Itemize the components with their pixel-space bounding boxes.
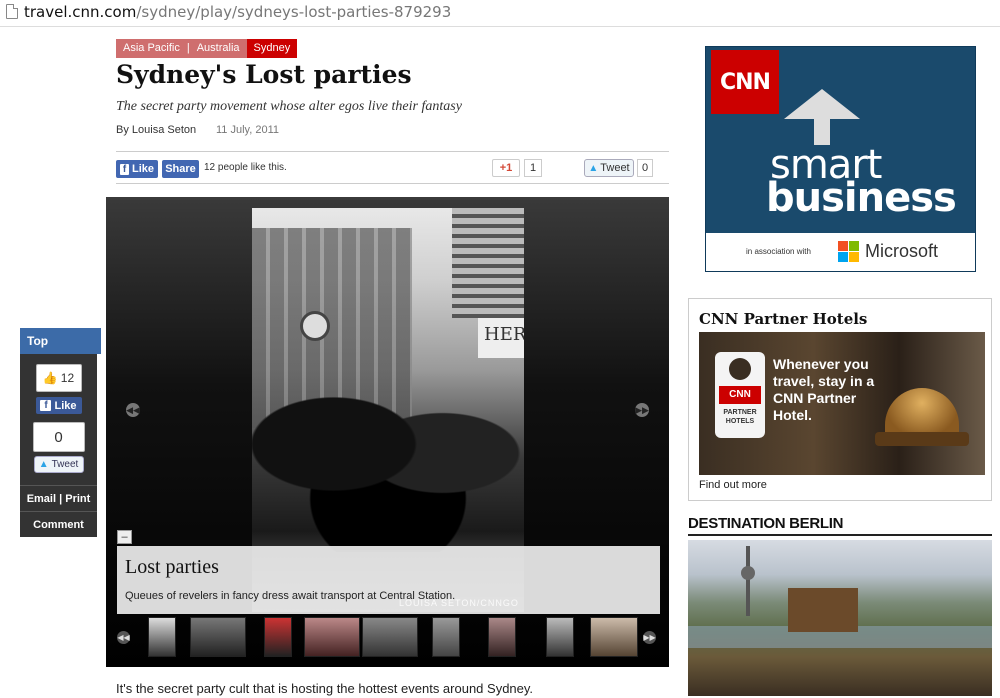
photo-gallery: HER ◀◀ ▶▶ – Lost parties Queues of revel… — [106, 197, 669, 667]
tweet-count: 0 — [637, 159, 653, 177]
partner-hotels-card-text: PARTNER HOTELS — [723, 409, 757, 425]
article-byline: By Louisa Seton — [116, 124, 197, 136]
gallery-prev-icon[interactable]: ◀◀ — [126, 403, 140, 417]
hotels-ad-copy: Whenever you travel, stay in a CNN Partn… — [773, 356, 875, 423]
gallery-caption: Lost parties Queues of revelers in fancy… — [117, 546, 660, 614]
tweet-count-value: 0 — [54, 428, 63, 446]
ad-business-text: business — [766, 175, 957, 221]
page-icon — [6, 4, 18, 19]
photo-building-right — [452, 208, 524, 318]
microsoft-wordmark: Microsoft — [865, 241, 939, 261]
cnn-logo: CNN — [711, 50, 779, 114]
url-host: travel.cnn.com — [24, 3, 137, 21]
facebook-like-button[interactable]: f Like — [35, 397, 82, 414]
social-share-row: f Like Share 12 people like this. +1 1 ▲ T… — [116, 151, 669, 184]
arrow-stem — [814, 117, 830, 145]
article-date: 11 July, 2011 — [216, 124, 279, 136]
bell-base — [875, 432, 969, 446]
breadcrumb-sydney[interactable]: Sydney — [246, 39, 298, 58]
smart-business-ad[interactable]: CNN smart business in association with M… — [705, 46, 976, 272]
tweet-button[interactable]: ▲ Tweet — [33, 456, 84, 473]
breadcrumb: Asia Pacific | Australia Sydney — [116, 39, 298, 58]
thumbnail-strip: ◀◀ ▶▶ — [106, 615, 669, 661]
tweet-label: Tweet — [600, 162, 630, 174]
tweet-label: Tweet — [51, 459, 79, 470]
tv-tower — [746, 546, 750, 616]
facebook-like-button-inline[interactable]: f Like — [116, 160, 158, 178]
tweet-count-box: 0 — [32, 422, 85, 452]
thumbnail[interactable] — [362, 617, 418, 657]
back-to-top-link[interactable]: Top — [20, 328, 101, 354]
destination-berlin-image[interactable] — [688, 540, 992, 696]
arrow-up-icon — [784, 89, 860, 119]
url-path: /sydney/play/sydneys-lost-parties-879293 — [136, 3, 452, 21]
caption-title: Lost parties — [125, 556, 219, 578]
thumbs-up-icon: 👍 — [42, 371, 58, 385]
comment-label: Comment — [33, 518, 84, 531]
door-hanger-card: CNN PARTNER HOTELS — [715, 352, 765, 438]
print-link[interactable]: Print — [65, 493, 90, 505]
thumbnail[interactable] — [190, 617, 246, 657]
wooden-hut — [788, 588, 858, 632]
ad-footer: in association with Microsoft — [706, 233, 975, 271]
thumbnail[interactable] — [304, 617, 360, 657]
google-plus-button[interactable]: +1 — [492, 159, 520, 177]
thumbs-prev-icon[interactable]: ◀◀ — [117, 631, 130, 644]
like-count-value: 12 — [60, 371, 75, 385]
partner-hotels-title: CNN Partner Hotels — [699, 310, 868, 328]
cnn-mini-logo: CNN — [719, 386, 761, 404]
facebook-share-button[interactable]: Share — [162, 160, 199, 178]
caption-collapse-button[interactable]: – — [117, 530, 132, 544]
article-title: Sydney's Lost parties — [116, 60, 412, 89]
tweet-button-inline[interactable]: ▲ Tweet — [584, 159, 634, 177]
like-label: Like — [54, 399, 77, 412]
share-panel: 👍 12 f Like 0 ▲ Tweet — [20, 354, 97, 485]
floating-share-bar: Top 👍 12 f Like 0 ▲ Tweet Email | Print Com… — [20, 328, 101, 537]
photo-bus-sign — [300, 311, 330, 341]
twitter-bird-icon: ▲ — [588, 162, 599, 174]
article-first-paragraph: It's the secret party cult that is hosti… — [116, 681, 534, 696]
breadcrumb-australia[interactable]: Australia — [189, 39, 247, 58]
google-plus-count: 1 — [524, 159, 542, 177]
facebook-icon: f — [120, 163, 129, 175]
article-subtitle: The secret party movement whose alter eg… — [116, 99, 462, 114]
tv-tower-ball — [741, 566, 755, 580]
thumbnail[interactable] — [432, 617, 460, 657]
comment-link[interactable]: Comment — [20, 511, 97, 537]
url-text[interactable]: travel.cnn.com/sydney/play/sydneys-lost-… — [24, 3, 451, 21]
twitter-bird-icon: ▲ — [38, 459, 49, 470]
ad-banner: CNN smart business — [706, 47, 975, 233]
email-link[interactable]: Email — [27, 493, 56, 505]
thumbnail[interactable] — [590, 617, 638, 657]
destination-berlin-title: DESTINATION BERLIN — [688, 515, 992, 536]
photo-crowd — [252, 372, 524, 552]
find-out-more-link[interactable]: Find out more — [699, 479, 767, 491]
email-print-row: Email | Print — [20, 485, 97, 511]
thumbs-next-icon[interactable]: ▶▶ — [643, 631, 656, 644]
gallery-next-icon[interactable]: ▶▶ — [635, 403, 649, 417]
ad-association-text: in association with — [746, 247, 811, 256]
breadcrumb-asia-pacific[interactable]: Asia Pacific — [116, 39, 187, 58]
partner-hotels-box: CNN Partner Hotels CNN PARTNER HOTELS Wh… — [688, 298, 992, 501]
thumbnail[interactable] — [264, 617, 292, 657]
browser-url-bar[interactable]: travel.cnn.com/sydney/play/sydneys-lost-… — [0, 0, 1000, 27]
facebook-icon: f — [40, 400, 52, 411]
partner-hotels-ad-image[interactable]: CNN PARTNER HOTELS Whenever you travel, … — [699, 332, 985, 475]
microsoft-logo-icon — [838, 241, 859, 262]
like-label: Like — [131, 163, 154, 175]
facebook-like-count: 👍 12 — [35, 364, 82, 392]
door-hanger-hole — [729, 358, 751, 380]
thumbnail[interactable] — [546, 617, 574, 657]
thumbnail[interactable] — [488, 617, 516, 657]
photo-credit: LOUISA SETON/CNNGO — [399, 598, 519, 608]
likes-count-text: 12 people like this. — [204, 162, 287, 173]
thumbnail[interactable] — [148, 617, 176, 657]
photo-sign: HER — [478, 318, 524, 358]
bell-icon — [885, 388, 959, 438]
